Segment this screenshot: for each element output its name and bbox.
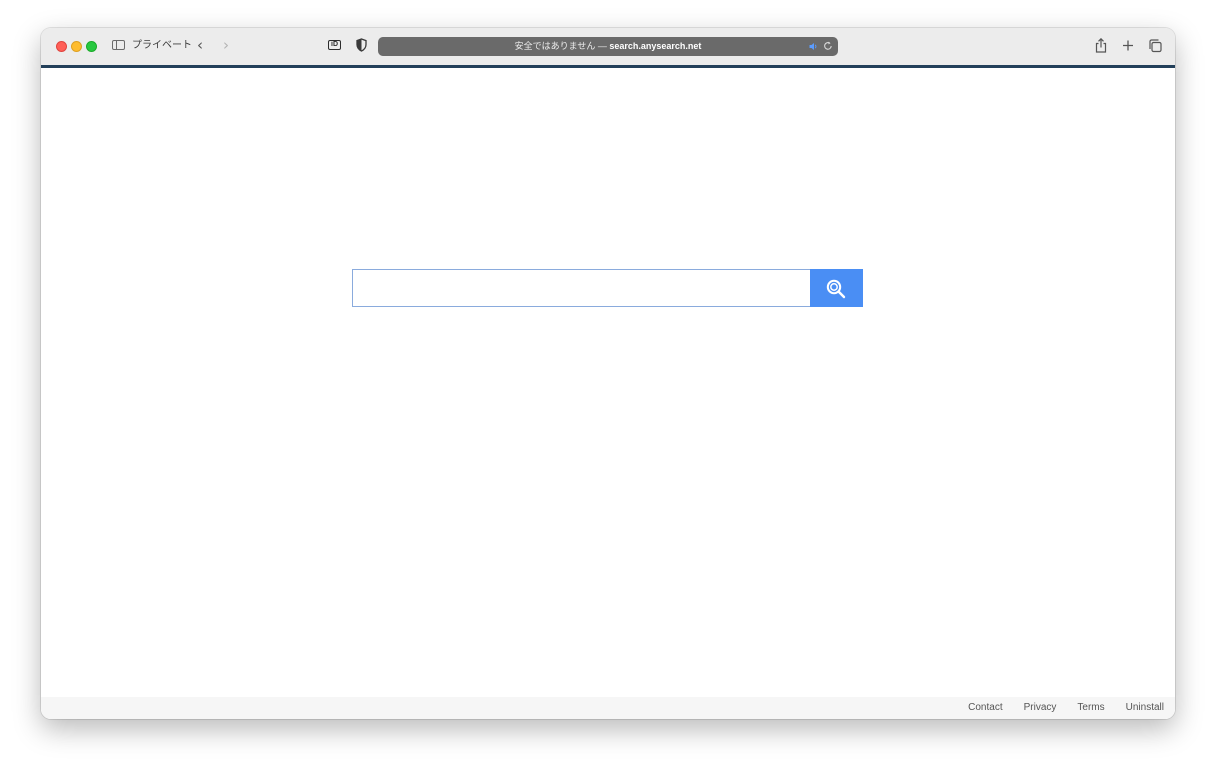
search-button[interactable] [810,269,863,307]
search-icon [826,279,846,299]
private-browsing-label: プライベート [132,40,192,51]
page-content: Contact Privacy Terms Uninstall [41,68,1175,719]
id-extension-icon[interactable]: iD [328,40,341,50]
forward-chevron-icon[interactable]: › [223,37,229,53]
close-window-button[interactable] [56,41,67,52]
screen: プライベート ‹ › iD 安全ではありません — search.anysear… [0,0,1216,774]
minimize-window-button[interactable] [71,41,82,52]
not-secure-label: 安全ではありません — [514,41,607,51]
share-icon[interactable] [1094,38,1108,53]
footer-link-uninstall[interactable]: Uninstall [1126,702,1164,714]
privacy-shield-icon[interactable] [356,38,367,52]
speaker-icon[interactable] [809,42,818,51]
browser-toolbar: プライベート ‹ › iD 安全ではありません — search.anysear… [41,28,1175,67]
address-host: search.anysearch.net [609,41,702,51]
tab-overview-icon[interactable] [1148,38,1162,53]
sidebar-toggle-icon[interactable] [112,40,125,50]
browser-window: プライベート ‹ › iD 安全ではありません — search.anysear… [41,28,1175,719]
search-input[interactable] [352,269,810,307]
footer-link-terms[interactable]: Terms [1077,702,1104,714]
back-chevron-icon[interactable]: ‹ [197,37,203,53]
footer-links: Contact Privacy Terms Uninstall [968,702,1164,714]
zoom-window-button[interactable] [86,41,97,52]
reload-icon[interactable] [823,41,833,51]
new-tab-plus-icon[interactable] [1121,38,1135,53]
footer-link-contact[interactable]: Contact [968,702,1002,714]
footer-link-privacy[interactable]: Privacy [1024,702,1057,714]
search-box [352,269,863,307]
address-text: 安全ではありません — search.anysearch.net [378,40,838,52]
page-footer: Contact Privacy Terms Uninstall [41,697,1175,719]
address-bar[interactable]: 安全ではありません — search.anysearch.net [378,37,838,56]
